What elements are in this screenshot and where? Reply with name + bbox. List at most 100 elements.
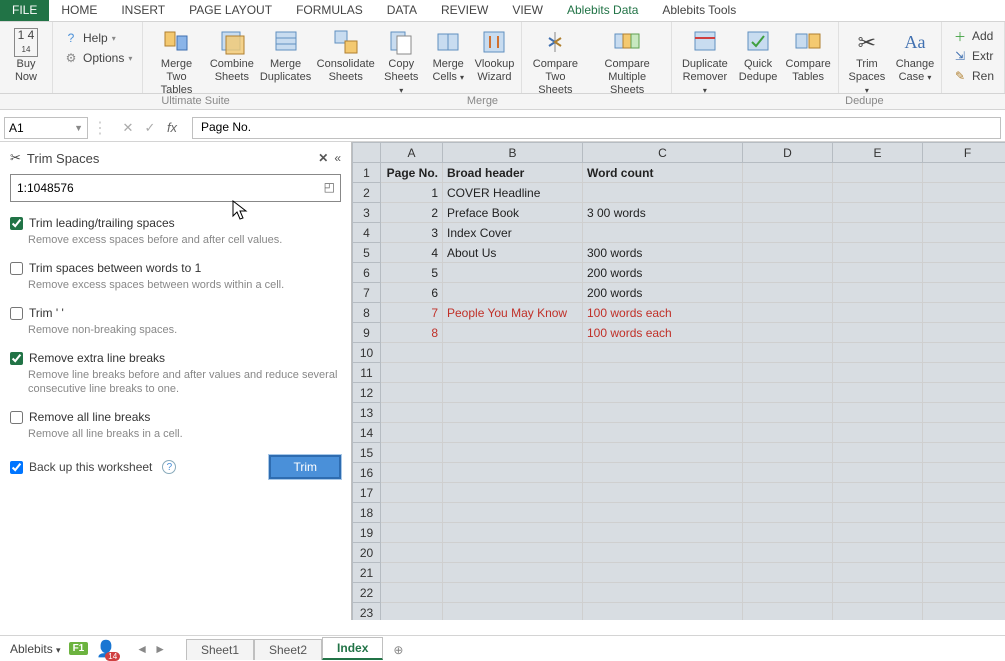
cell[interactable] (443, 463, 583, 483)
sheet-next-button[interactable]: ► (154, 642, 166, 656)
cell[interactable] (583, 503, 743, 523)
trim-button[interactable]: Trim (269, 455, 341, 479)
row-header[interactable]: 18 (353, 503, 381, 523)
cell[interactable] (833, 523, 923, 543)
cell[interactable] (443, 563, 583, 583)
cell[interactable] (443, 423, 583, 443)
cell[interactable] (833, 163, 923, 183)
cell[interactable] (923, 543, 1005, 563)
cell[interactable] (743, 283, 833, 303)
tab-home[interactable]: HOME (49, 0, 109, 21)
cell[interactable] (443, 443, 583, 463)
cell[interactable] (923, 483, 1005, 503)
cell[interactable] (583, 523, 743, 543)
cell[interactable] (833, 403, 923, 423)
cell[interactable] (381, 483, 443, 503)
tab-file[interactable]: FILE (0, 0, 49, 21)
cell[interactable] (583, 463, 743, 483)
cell[interactable]: 4 (381, 243, 443, 263)
cell[interactable] (923, 503, 1005, 523)
tab-formulas[interactable]: FORMULAS (284, 0, 375, 21)
row-header[interactable]: 17 (353, 483, 381, 503)
range-input[interactable] (10, 174, 341, 202)
cell[interactable] (381, 423, 443, 443)
cell[interactable] (743, 323, 833, 343)
cell[interactable] (381, 563, 443, 583)
cell[interactable]: Preface Book (443, 203, 583, 223)
cell[interactable] (743, 403, 833, 423)
cell[interactable] (833, 323, 923, 343)
cell[interactable] (923, 263, 1005, 283)
cell[interactable] (923, 423, 1005, 443)
backup-checkbox[interactable] (10, 461, 23, 474)
options-button[interactable]: ⚙Options▾ (57, 48, 138, 68)
col-header[interactable]: C (583, 143, 743, 163)
compare-multiple-button[interactable]: Compare Multiple Sheets (587, 24, 667, 99)
row-header[interactable]: 22 (353, 583, 381, 603)
cell[interactable] (443, 403, 583, 423)
row-header[interactable]: 4 (353, 223, 381, 243)
tab-view[interactable]: VIEW (500, 0, 555, 21)
option-checkbox[interactable] (10, 411, 23, 424)
merge-duplicates-button[interactable]: Merge Duplicates (258, 24, 313, 99)
formula-input[interactable]: Page No. (192, 117, 1001, 139)
row-header[interactable]: 11 (353, 363, 381, 383)
help-button[interactable]: ?Help▾ (57, 28, 122, 48)
option-checkbox[interactable] (10, 307, 23, 320)
cell[interactable] (923, 383, 1005, 403)
sheet-tab[interactable]: Sheet1 (186, 639, 254, 660)
quick-dedupe-button[interactable]: Quick Dedupe (736, 24, 781, 99)
rename-button[interactable]: ✎Ren (946, 66, 1000, 86)
col-header[interactable]: A (381, 143, 443, 163)
fx-button[interactable]: fx (162, 118, 182, 138)
cell[interactable] (833, 443, 923, 463)
option-checkbox[interactable] (10, 217, 23, 230)
cell[interactable] (923, 243, 1005, 263)
cell[interactable] (443, 283, 583, 303)
help-icon[interactable]: ? (162, 460, 176, 474)
cell[interactable] (381, 343, 443, 363)
cell[interactable] (443, 543, 583, 563)
row-header[interactable]: 15 (353, 443, 381, 463)
cell[interactable]: 300 words (583, 243, 743, 263)
cell[interactable] (743, 343, 833, 363)
col-header[interactable]: B (443, 143, 583, 163)
change-case-button[interactable]: AaChange Case ▾ (893, 24, 937, 99)
cell[interactable] (583, 423, 743, 443)
cell[interactable] (833, 543, 923, 563)
cell[interactable]: 3 00 words (583, 203, 743, 223)
add-button[interactable]: ＋Add (946, 26, 999, 46)
row-header[interactable]: 3 (353, 203, 381, 223)
cell[interactable]: 100 words each (583, 303, 743, 323)
option-checkbox[interactable] (10, 352, 23, 365)
tab-insert[interactable]: INSERT (109, 0, 177, 21)
cell[interactable] (443, 363, 583, 383)
merge-cells-button[interactable]: Merge Cells ▾ (426, 24, 470, 99)
cell[interactable] (743, 363, 833, 383)
cell[interactable] (923, 223, 1005, 243)
row-header[interactable]: 23 (353, 603, 381, 621)
row-header[interactable]: 12 (353, 383, 381, 403)
cell[interactable] (583, 483, 743, 503)
cell[interactable]: 200 words (583, 263, 743, 283)
cell[interactable]: 6 (381, 283, 443, 303)
cell[interactable] (743, 203, 833, 223)
add-sheet-button[interactable]: ⊕ (383, 640, 413, 660)
row-header[interactable]: 7 (353, 283, 381, 303)
cell[interactable] (583, 583, 743, 603)
row-header[interactable]: 9 (353, 323, 381, 343)
trim-spaces-button[interactable]: ✂Trim Spaces ▾ (843, 24, 891, 99)
cell[interactable] (923, 283, 1005, 303)
cell[interactable] (833, 363, 923, 383)
close-pane-button[interactable]: ✕ (318, 151, 328, 165)
tab-ablebits-tools[interactable]: Ablebits Tools (650, 0, 748, 21)
cell[interactable] (583, 383, 743, 403)
cell[interactable] (583, 223, 743, 243)
cell[interactable]: 3 (381, 223, 443, 243)
cell[interactable] (743, 303, 833, 323)
cell[interactable] (443, 583, 583, 603)
cell[interactable] (743, 523, 833, 543)
cell[interactable] (381, 543, 443, 563)
cell[interactable] (743, 243, 833, 263)
cell[interactable] (443, 603, 583, 621)
